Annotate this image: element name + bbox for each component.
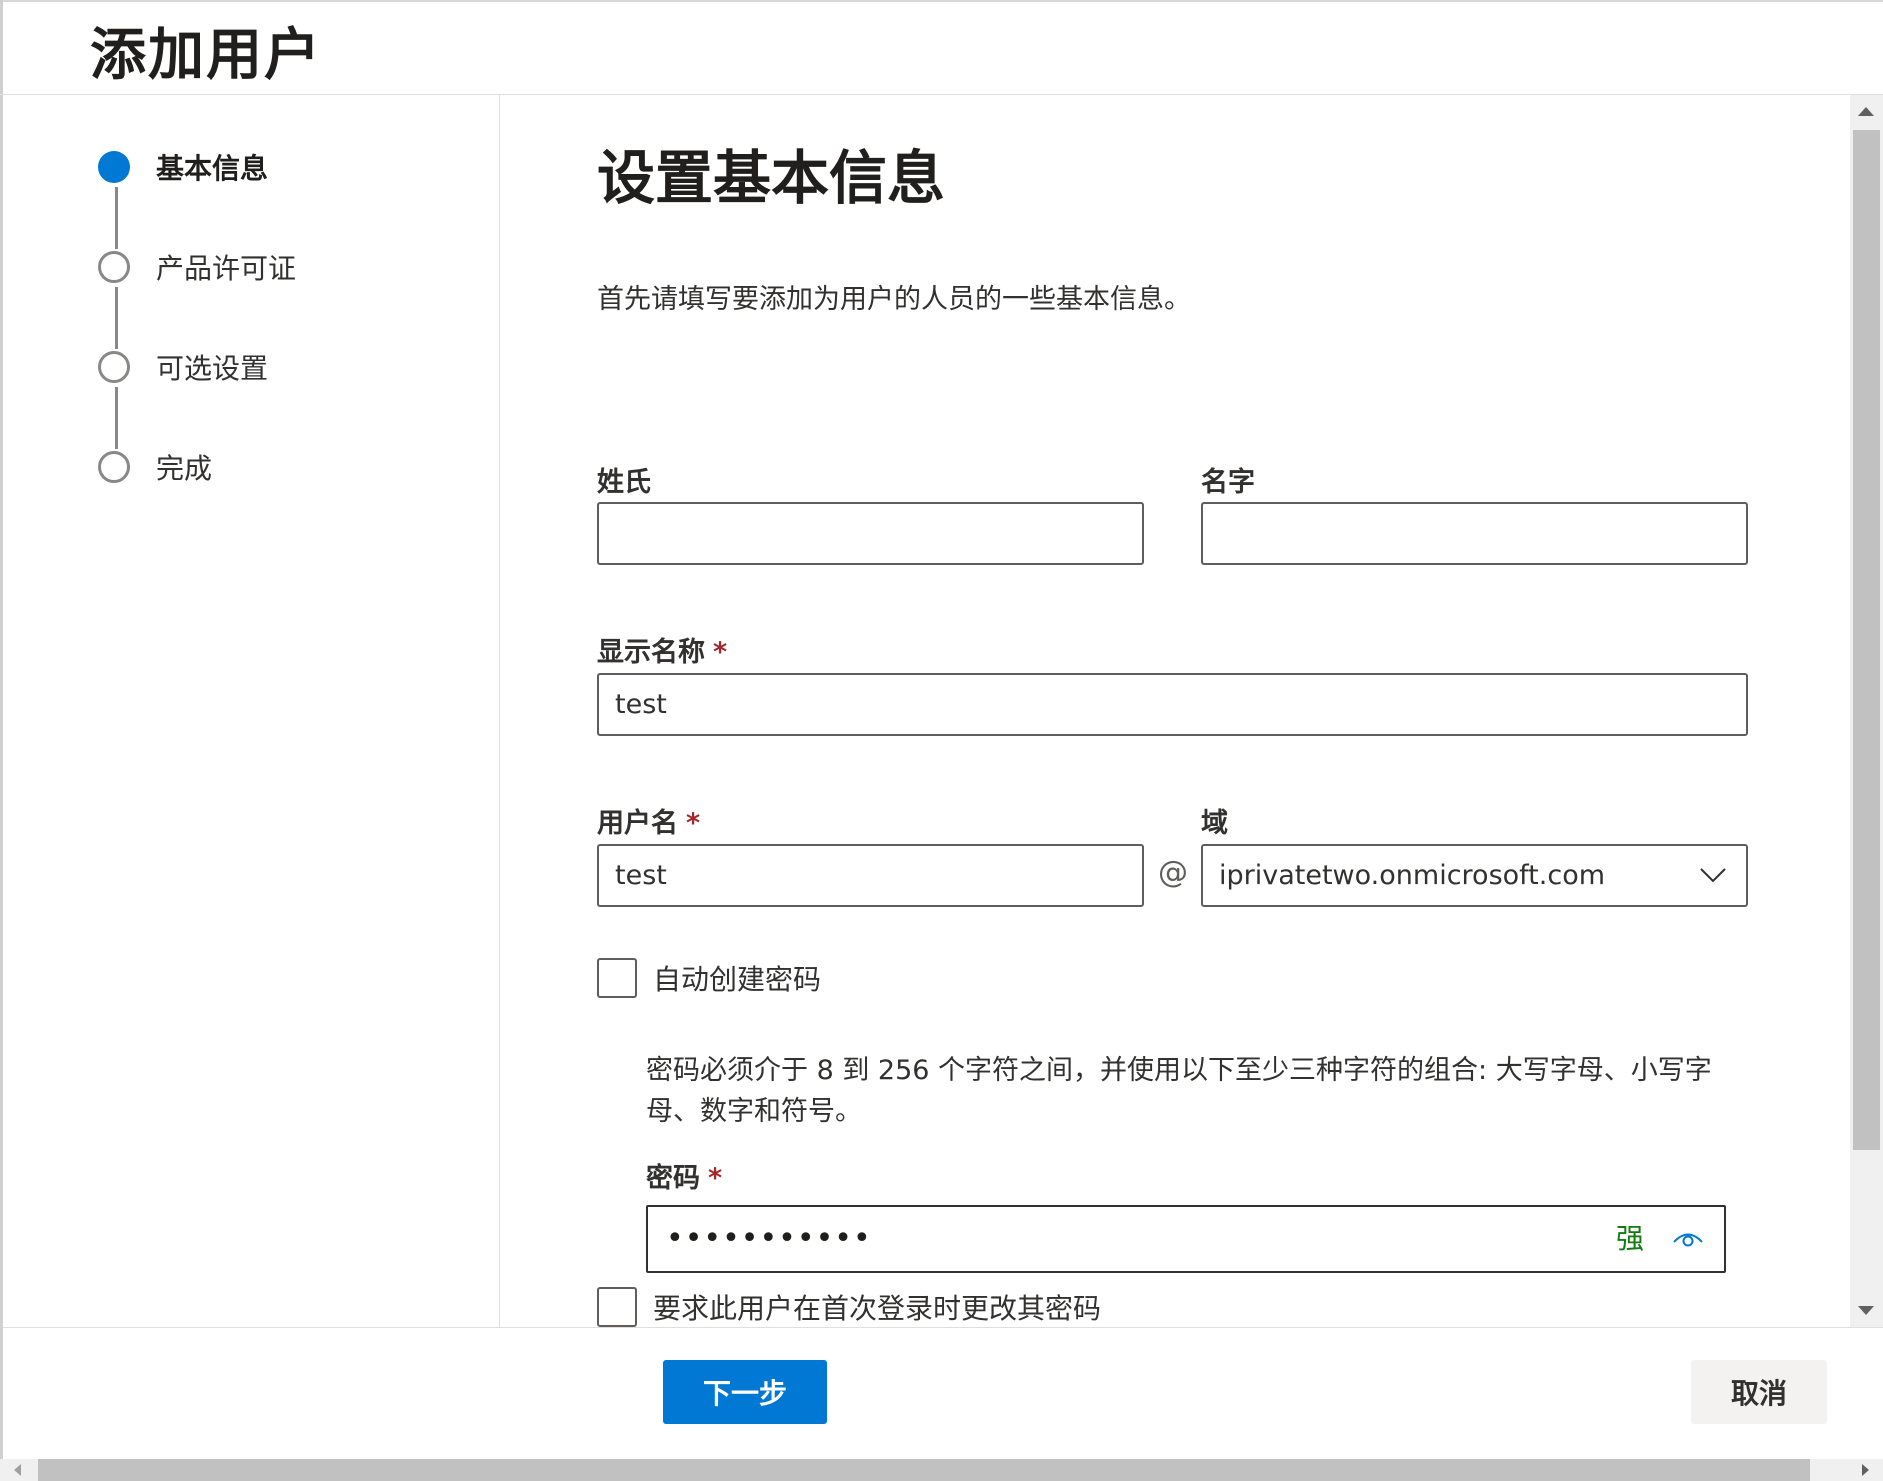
horizontal-scrollbar[interactable] [0, 1459, 1883, 1481]
require-change-option[interactable]: 要求此用户在首次登录时更改其密码 [597, 1287, 1101, 1327]
password-label-text: 密码 [646, 1163, 700, 1194]
username-input[interactable] [597, 844, 1144, 907]
password-masked-value: ••••••••••• [666, 1221, 872, 1256]
step-label: 产品许可证 [156, 252, 297, 285]
display-name-label: 显示名称 * [597, 630, 727, 669]
step-connector [115, 387, 118, 449]
first-name-label: 名字 [1201, 467, 1255, 498]
password-strength-indicator: 强 [1615, 1222, 1644, 1255]
display-name-input[interactable] [597, 673, 1748, 736]
at-symbol: @ [1158, 855, 1188, 890]
step-connector [115, 287, 118, 349]
horizontal-scroll-thumb[interactable] [38, 1459, 1810, 1481]
display-name-label-text: 显示名称 [597, 637, 705, 668]
domain-dropdown[interactable]: iprivatetwo.onmicrosoft.com [1201, 844, 1748, 907]
password-requirements-hint: 密码必须介于 8 到 256 个字符之间，并使用以下至少三种字符的组合: 大写字… [646, 1055, 1712, 1127]
step-label: 可选设置 [156, 352, 269, 385]
step-label: 完成 [156, 452, 213, 485]
require-change-label: 要求此用户在首次登录时更改其密码 [653, 1292, 1102, 1325]
step-current-indicator [98, 151, 130, 183]
section-title: 设置基本信息 [597, 144, 946, 212]
required-marker: * [686, 808, 701, 839]
username-label: 用户名 * [597, 801, 700, 840]
required-marker: * [713, 637, 728, 668]
panel-footer: 下一步 取消 [3, 1327, 1883, 1459]
last-name-input[interactable] [597, 502, 1144, 565]
password-input[interactable]: ••••••••••• 强 [646, 1205, 1726, 1273]
step-label: 基本信息 [156, 152, 269, 185]
main-content: 设置基本信息 首先请填写要添加为用户的人员的一些基本信息。 姓氏 名字 显示名称… [500, 95, 1850, 1327]
panel-header: 添加用户 [0, 0, 1883, 95]
scroll-up-arrow-icon[interactable] [1858, 107, 1874, 116]
first-name-input[interactable] [1201, 502, 1748, 565]
vertical-scroll-thumb[interactable] [1853, 130, 1880, 1150]
require-change-checkbox[interactable] [597, 1287, 637, 1327]
required-marker: * [708, 1163, 723, 1194]
wizard-steps: 基本信息 产品许可证 可选设置 完成 [3, 95, 500, 1327]
step-finish[interactable]: 完成 [98, 447, 212, 487]
step-connector [115, 187, 118, 249]
step-basic-info[interactable]: 基本信息 [98, 147, 268, 187]
password-label: 密码 * [646, 1156, 722, 1195]
panel-title: 添加用户 [90, 23, 322, 88]
username-label-text: 用户名 [597, 808, 678, 839]
vertical-scrollbar[interactable] [1850, 95, 1883, 1327]
auto-password-label: 自动创建密码 [653, 963, 822, 996]
auto-password-option[interactable]: 自动创建密码 [597, 958, 821, 998]
auto-password-checkbox[interactable] [597, 958, 637, 998]
scroll-right-arrow-icon[interactable] [1862, 1464, 1869, 1476]
domain-label: 域 [1201, 808, 1228, 839]
scroll-left-arrow-icon[interactable] [14, 1464, 21, 1476]
scroll-down-arrow-icon[interactable] [1858, 1306, 1874, 1315]
step-product-license[interactable]: 产品许可证 [98, 247, 296, 287]
step-pending-indicator [98, 251, 130, 283]
step-optional-settings[interactable]: 可选设置 [98, 347, 268, 387]
eye-icon[interactable] [1672, 1225, 1704, 1253]
next-button[interactable]: 下一步 [663, 1360, 827, 1424]
domain-selected-value: iprivatetwo.onmicrosoft.com [1219, 860, 1606, 891]
section-description: 首先请填写要添加为用户的人员的一些基本信息。 [597, 284, 1191, 315]
step-pending-indicator [98, 451, 130, 483]
cancel-button[interactable]: 取消 [1691, 1360, 1827, 1424]
step-pending-indicator [98, 351, 130, 383]
chevron-down-icon [1700, 868, 1726, 883]
last-name-label: 姓氏 [597, 467, 651, 498]
